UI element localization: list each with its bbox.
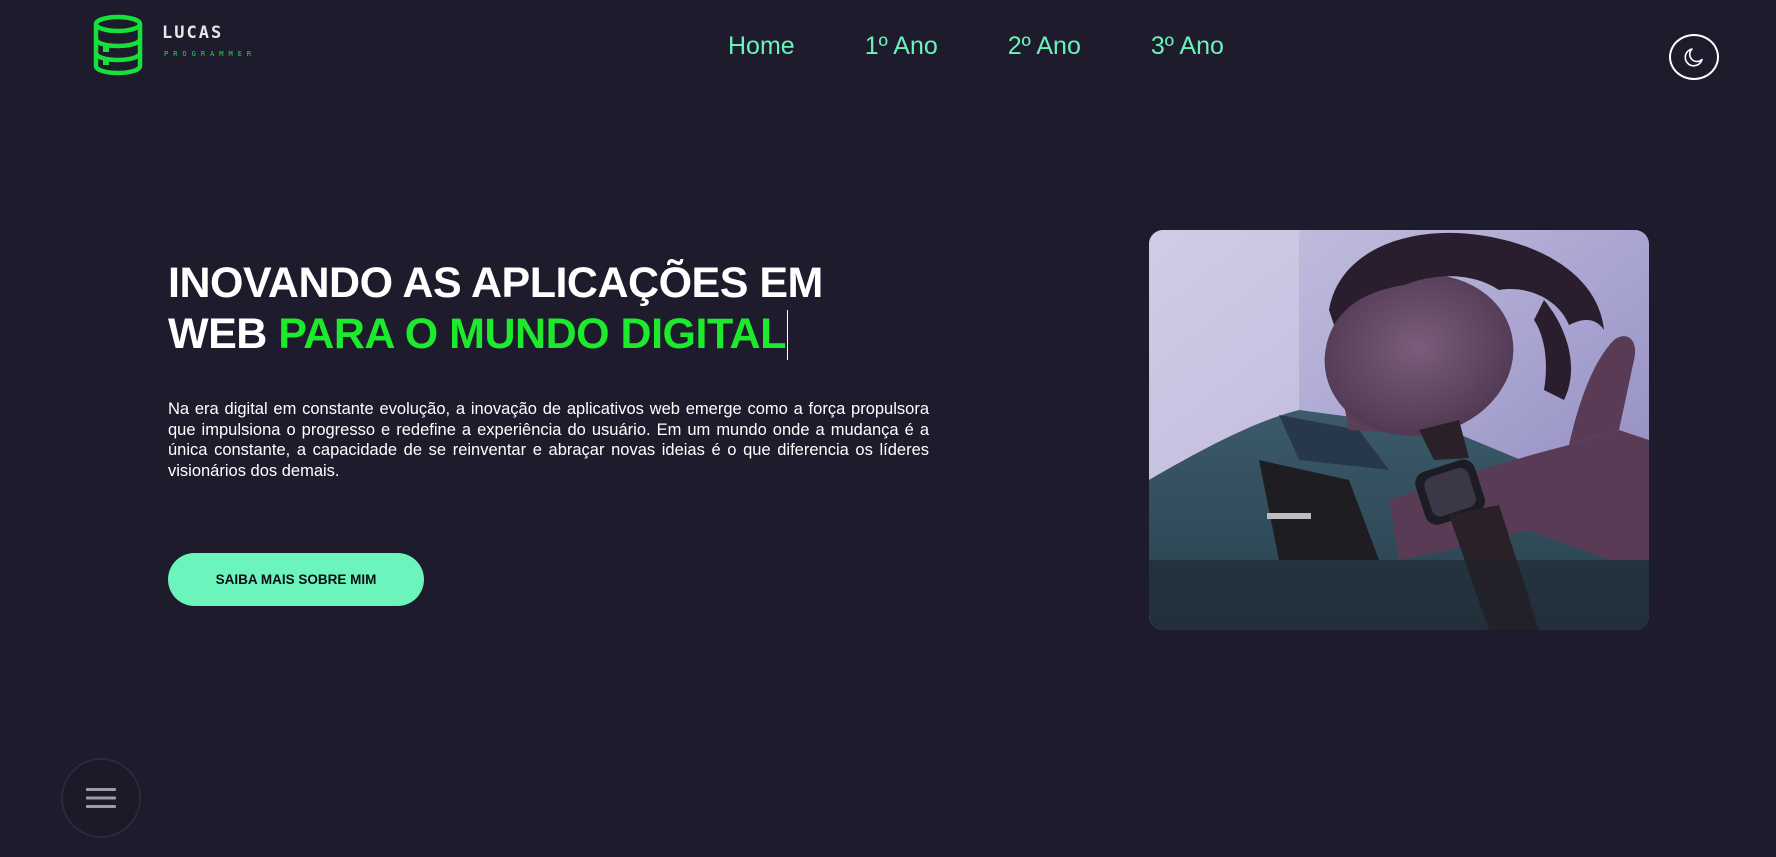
profile-photo xyxy=(1149,230,1649,630)
hero-title-accent: PARA O MUNDO DIGITAL xyxy=(278,310,786,358)
hero-title-line2-plain: WEB xyxy=(168,310,279,358)
database-icon xyxy=(93,14,143,76)
page: LUCAS PROGRAMMER Home 1º Ano 2º Ano 3º A… xyxy=(0,0,1776,857)
brand-logo[interactable]: LUCAS PROGRAMMER xyxy=(92,14,256,76)
nav-2-ano[interactable]: 2º Ano xyxy=(1008,30,1081,62)
hero-paragraph: Na era digital em constante evolução, a … xyxy=(168,400,929,480)
nav-3-ano[interactable]: 3º Ano xyxy=(1151,30,1224,62)
hamburger-menu-icon xyxy=(86,788,116,808)
nav-1-ano[interactable]: 1º Ano xyxy=(865,30,938,62)
floating-menu-button[interactable] xyxy=(61,758,141,838)
hero-title: INOVANDO AS APLICAÇÕES EM WEB PARA O MUN… xyxy=(168,258,823,360)
nav-home[interactable]: Home xyxy=(728,30,795,62)
main-nav: Home 1º Ano 2º Ano 3º Ano xyxy=(728,30,1294,62)
typing-caret xyxy=(786,310,788,360)
brand-tagline: PROGRAMMER xyxy=(164,50,257,58)
brand-name: LUCAS xyxy=(162,23,224,43)
profile-photo-image xyxy=(1149,230,1649,630)
hero-title-line1: INOVANDO AS APLICAÇÕES EM xyxy=(168,259,823,307)
about-me-button[interactable]: SAIBA MAIS SOBRE MIM xyxy=(168,553,424,606)
moon-icon xyxy=(1684,48,1703,67)
theme-toggle-button[interactable] xyxy=(1669,34,1719,80)
